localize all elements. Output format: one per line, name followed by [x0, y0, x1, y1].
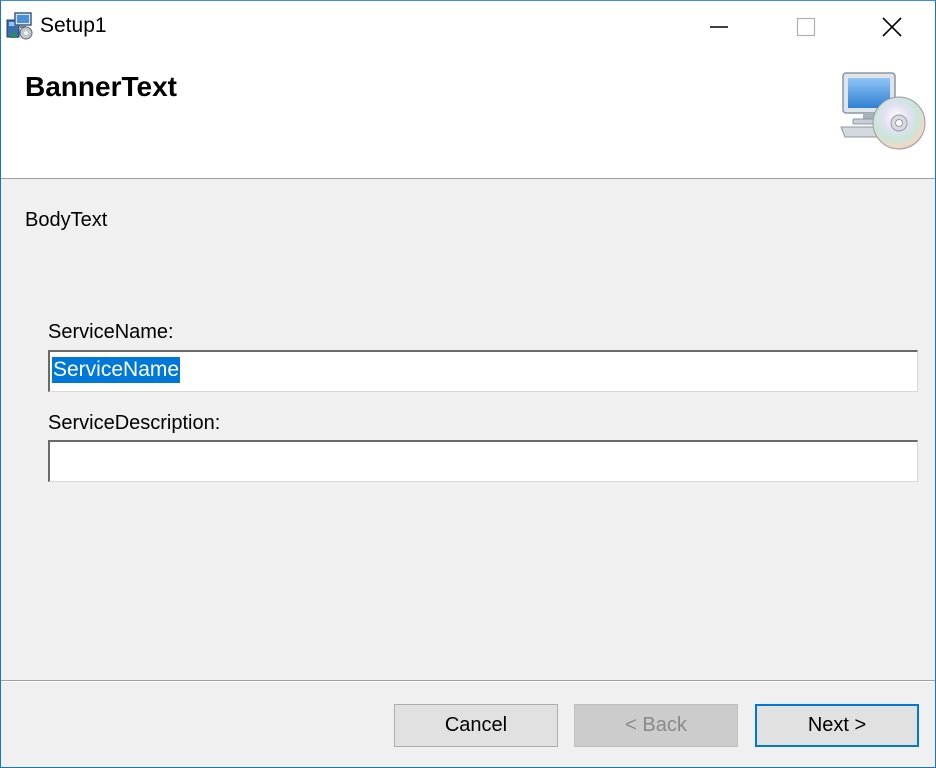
title-bar[interactable]: Setup1 — [1, 1, 935, 53]
service-description-label: ServiceDescription: — [48, 412, 221, 434]
banner: BannerText — [1, 53, 935, 179]
computer-cd-icon — [839, 71, 929, 153]
cancel-button[interactable]: Cancel — [394, 704, 558, 747]
minimize-button[interactable] — [690, 1, 748, 53]
banner-title: BannerText — [25, 71, 177, 102]
setup-window: Setup1 BannerText BodyText ServiceName: … — [0, 0, 936, 768]
close-button[interactable] — [863, 1, 921, 53]
body-text: BodyText — [25, 209, 108, 231]
maximize-button[interactable] — [777, 1, 835, 53]
close-icon — [882, 17, 902, 37]
installer-icon — [5, 11, 35, 41]
footer-divider — [1, 680, 935, 682]
service-name-label: ServiceName: — [48, 321, 174, 343]
service-name-input[interactable]: ServiceName — [48, 350, 918, 392]
back-button[interactable]: < Back — [574, 704, 738, 747]
minimize-icon — [710, 26, 728, 28]
service-description-input[interactable] — [48, 440, 918, 482]
next-button[interactable]: Next > — [755, 704, 919, 747]
maximize-icon — [796, 17, 816, 37]
service-name-value: ServiceName — [52, 357, 181, 383]
window-title: Setup1 — [40, 14, 107, 37]
